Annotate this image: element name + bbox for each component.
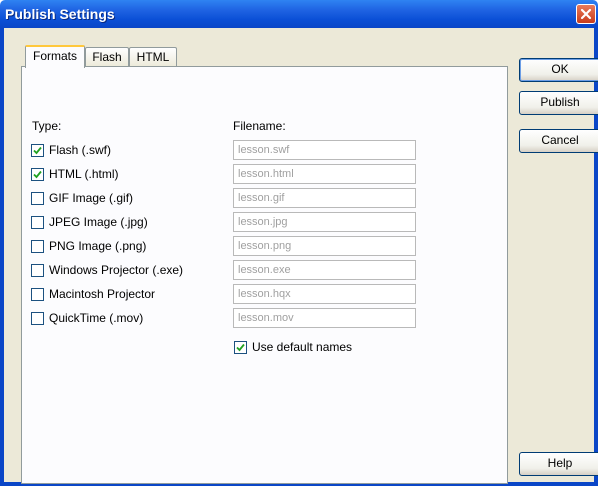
dialog-body: Formats Flash HTML Type: Filename: Flash…	[4, 28, 598, 484]
format-checkbox[interactable]	[31, 168, 44, 181]
filename-field[interactable]	[233, 164, 416, 184]
filename-field[interactable]	[233, 260, 416, 280]
title-bar[interactable]: Publish Settings	[0, 0, 598, 28]
type-header: Type:	[32, 119, 62, 133]
tab-flash[interactable]: Flash	[85, 47, 129, 67]
ok-button[interactable]: OK	[519, 58, 598, 82]
format-label[interactable]: Macintosh Projector	[49, 287, 155, 301]
cancel-button[interactable]: Cancel	[519, 129, 598, 153]
format-checkbox[interactable]	[31, 240, 44, 253]
window-title: Publish Settings	[5, 6, 115, 22]
format-checkbox[interactable]	[31, 288, 44, 301]
filename-field[interactable]	[233, 188, 416, 208]
filename-field[interactable]	[233, 212, 416, 232]
filename-field[interactable]	[233, 308, 416, 328]
filename-field[interactable]	[233, 284, 416, 304]
format-label[interactable]: Windows Projector (.exe)	[49, 263, 183, 277]
use-default-names-checkbox[interactable]	[234, 341, 247, 354]
close-icon	[580, 8, 592, 20]
format-label[interactable]: QuickTime (.mov)	[49, 311, 143, 325]
tab-formats[interactable]: Formats	[25, 45, 85, 68]
close-button[interactable]	[576, 4, 596, 24]
checkmark-icon	[33, 146, 42, 155]
format-checkbox[interactable]	[31, 264, 44, 277]
publish-button[interactable]: Publish	[519, 91, 598, 115]
format-checkbox[interactable]	[31, 216, 44, 229]
format-checkbox[interactable]	[31, 192, 44, 205]
help-button[interactable]: Help	[519, 452, 598, 476]
window-frame: Formats Flash HTML Type: Filename: Flash…	[0, 28, 598, 486]
format-checkbox[interactable]	[31, 144, 44, 157]
format-checkbox[interactable]	[31, 312, 44, 325]
checkmark-icon	[236, 343, 245, 352]
format-label[interactable]: Flash (.swf)	[49, 143, 111, 157]
format-label[interactable]: JPEG Image (.jpg)	[49, 215, 148, 229]
tab-html[interactable]: HTML	[129, 47, 177, 67]
filename-field[interactable]	[233, 140, 416, 160]
checkmark-icon	[33, 170, 42, 179]
format-label[interactable]: HTML (.html)	[49, 167, 119, 181]
format-label[interactable]: GIF Image (.gif)	[49, 191, 133, 205]
formats-panel: Type: Filename: Flash (.swf) HTML (.html…	[21, 66, 508, 484]
filename-header: Filename:	[233, 119, 286, 133]
use-default-names-label[interactable]: Use default names	[252, 340, 352, 354]
filename-field[interactable]	[233, 236, 416, 256]
format-label[interactable]: PNG Image (.png)	[49, 239, 146, 253]
